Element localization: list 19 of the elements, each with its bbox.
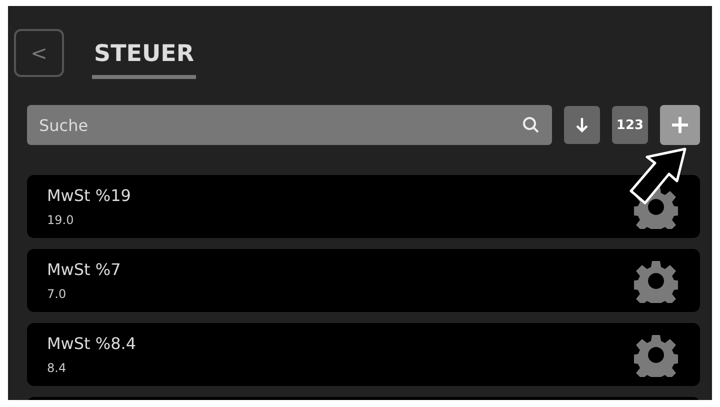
tax-name: MwSt %7 [47,260,121,279]
add-button[interactable] [660,105,700,145]
page-title: STEUER [92,35,196,79]
plus-icon [670,115,690,135]
tax-row[interactable]: MwSt %8.4 8.4 [27,323,700,386]
tax-rate: 7.0 [47,287,68,301]
tax-rate: 19.0 [47,213,75,227]
tax-row[interactable]: MwSt %7 7.0 [27,249,700,312]
search-field[interactable]: Suche [27,105,552,145]
numeric-button[interactable]: 123 [612,106,648,144]
search-icon [522,116,540,134]
settings-icon[interactable] [634,184,678,228]
tax-name: MwSt %8.4 [47,334,136,353]
tax-name: MwSt %19 [47,186,131,205]
back-button[interactable]: < [14,29,64,77]
sort-button[interactable] [564,106,600,144]
tax-row[interactable]: MwSt %19 19.0 [27,175,700,238]
arrow-down-icon [575,117,589,133]
tax-rate: 8.4 [47,361,68,375]
